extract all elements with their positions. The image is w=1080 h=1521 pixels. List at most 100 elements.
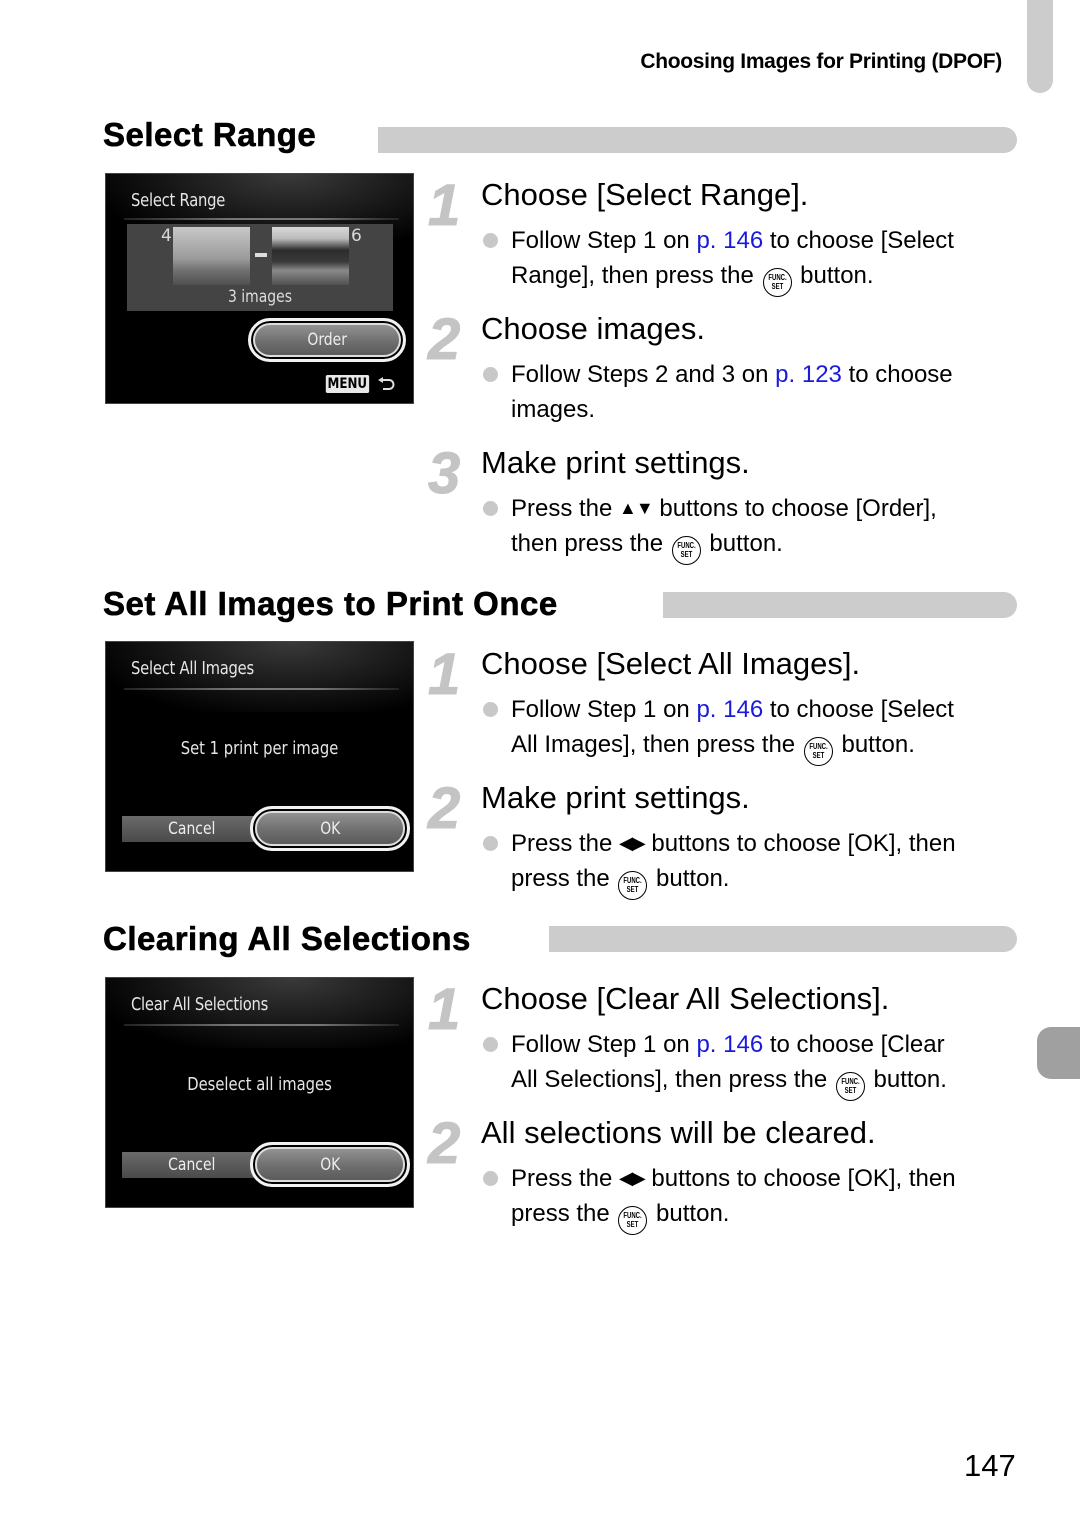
text: press the xyxy=(511,1200,617,1227)
up-down-arrows-icon: ▲▼ xyxy=(619,498,654,518)
bullet-icon xyxy=(483,1037,498,1052)
chapter-tab-top xyxy=(1027,0,1053,93)
bullet-icon xyxy=(483,1171,498,1186)
page-link-146[interactable]: p. 146 xyxy=(696,227,763,254)
thumbnail-end-image[interactable] xyxy=(272,227,349,285)
step-title: Choose [Clear All Selections]. xyxy=(481,981,890,1016)
func-set-button-icon: FUNC. SET xyxy=(671,536,701,565)
step-number: 1 xyxy=(427,173,461,238)
step-instructions: Follow Step 1 on p. 146 to choose [Selec… xyxy=(483,692,1044,766)
cancel-button[interactable]: Cancel xyxy=(122,816,262,842)
thumbnail-start-image[interactable] xyxy=(173,227,250,285)
ok-button[interactable]: OK xyxy=(250,1142,410,1187)
step-instructions: Follow Step 1 on p. 146 to choose [Clear… xyxy=(483,1027,1044,1101)
cancel-label: Cancel xyxy=(168,819,216,839)
text: buttons to choose [OK], then xyxy=(644,830,956,857)
page-link-146[interactable]: p. 146 xyxy=(696,1031,763,1058)
text: to choose [Select xyxy=(763,227,954,254)
screen-message: Deselect all images xyxy=(187,1074,332,1095)
page-link-123[interactable]: p. 123 xyxy=(775,361,842,388)
text: Press the xyxy=(511,830,620,857)
screen-title: Clear All Selections xyxy=(131,994,269,1015)
range-panel: 4 6 3 images xyxy=(127,224,393,311)
section-rule xyxy=(663,592,1017,618)
step-title: Make print settings. xyxy=(481,780,750,815)
cancel-button[interactable]: Cancel xyxy=(122,1152,262,1178)
left-right-arrows-icon: ◀▶ xyxy=(619,833,646,853)
text: button. xyxy=(702,530,783,557)
text: to choose [Select xyxy=(763,696,954,723)
text: button. xyxy=(834,731,915,758)
range-dash xyxy=(255,253,267,257)
text: to choose [Clear xyxy=(763,1031,945,1058)
text: press the xyxy=(511,865,617,892)
text: Follow Steps 2 and 3 on xyxy=(511,361,776,388)
text: button. xyxy=(866,1066,947,1093)
text: button. xyxy=(649,1200,730,1227)
bullet-icon xyxy=(483,836,498,851)
range-start: 4 xyxy=(161,226,172,246)
text: Follow Step 1 on xyxy=(511,696,697,723)
section-heading-set-all-images: Set All Images to Print Once xyxy=(103,585,558,623)
order-button-label: Order xyxy=(307,330,347,350)
step-instructions: Follow Steps 2 and 3 on p. 123 to choose… xyxy=(483,357,1044,427)
text: All Images], then press the xyxy=(511,731,802,758)
step-number: 1 xyxy=(427,642,461,707)
section-heading-clearing-all-selections: Clearing All Selections xyxy=(103,920,471,958)
left-right-arrows-icon: ◀▶ xyxy=(619,1168,646,1188)
text: Range], then press the xyxy=(511,262,761,289)
text: All Selections], then press the xyxy=(511,1066,834,1093)
text: to choose xyxy=(841,361,953,388)
screen-title: Select Range xyxy=(131,190,226,211)
ok-label: OK xyxy=(319,1154,341,1175)
text: Press the xyxy=(511,1165,620,1192)
step-title: Make print settings. xyxy=(481,445,750,480)
return-arrow-icon xyxy=(378,377,395,390)
step-number: 2 xyxy=(427,307,461,372)
screen-title: Select All Images xyxy=(131,658,254,679)
cancel-label: Cancel xyxy=(168,1155,216,1175)
menu-back-hint[interactable]: MENU xyxy=(322,375,395,393)
text: Follow Step 1 on xyxy=(511,1031,697,1058)
section-heading-select-range: Select Range xyxy=(103,116,316,154)
func-set-button-icon: FUNC. SET xyxy=(618,871,648,900)
range-end: 6 xyxy=(351,226,362,246)
func-set-button-icon: FUNC. SET xyxy=(835,1072,865,1101)
text: button. xyxy=(649,865,730,892)
text: Follow Step 1 on xyxy=(511,227,697,254)
running-header: Choosing Images for Printing (DPOF) xyxy=(640,50,1002,73)
bullet-icon xyxy=(483,367,498,382)
order-button[interactable]: Order xyxy=(248,318,406,362)
page-number: 147 xyxy=(964,1448,1016,1483)
screen-divider xyxy=(124,1024,399,1026)
func-set-button-icon: FUNC. SET xyxy=(762,268,792,297)
camera-screen-select-all-images: Select All Images Set 1 print per image … xyxy=(105,641,414,872)
screen-message: Set 1 print per image xyxy=(180,738,339,759)
section-title: Select Range xyxy=(103,116,317,154)
step-number: 1 xyxy=(427,977,461,1042)
step-title: All selections will be cleared. xyxy=(481,1115,876,1150)
step-title: Choose [Select Range]. xyxy=(481,177,809,212)
text: buttons to choose [Order], xyxy=(652,495,937,522)
section-rule xyxy=(549,926,1017,952)
step-number: 2 xyxy=(427,776,461,841)
screen-divider xyxy=(124,218,399,220)
step-instructions: Press the ◀▶ buttons to choose [OK], the… xyxy=(483,826,1044,900)
screen-divider xyxy=(124,688,399,690)
section-title: Clearing All Selections xyxy=(103,920,471,958)
ok-button[interactable]: OK xyxy=(250,806,410,851)
step-number: 2 xyxy=(427,1111,461,1176)
step-title: Choose [Select All Images]. xyxy=(481,646,861,681)
section-rule xyxy=(378,127,1017,153)
text: then press the xyxy=(511,530,670,557)
text: button. xyxy=(793,262,874,289)
func-set-button-icon: FUNC. SET xyxy=(618,1206,648,1235)
camera-screen-clear-all-selections: Clear All Selections Deselect all images… xyxy=(105,977,414,1208)
step-instructions: Press the ▲▼ buttons to choose [Order], … xyxy=(483,491,1044,565)
step-number: 3 xyxy=(427,441,461,506)
image-count: 3 images xyxy=(228,287,292,307)
page-link-146[interactable]: p. 146 xyxy=(696,696,763,723)
bullet-icon xyxy=(483,501,498,516)
text: images. xyxy=(511,396,596,423)
step-instructions: Follow Step 1 on p. 146 to choose [Selec… xyxy=(483,223,1044,297)
